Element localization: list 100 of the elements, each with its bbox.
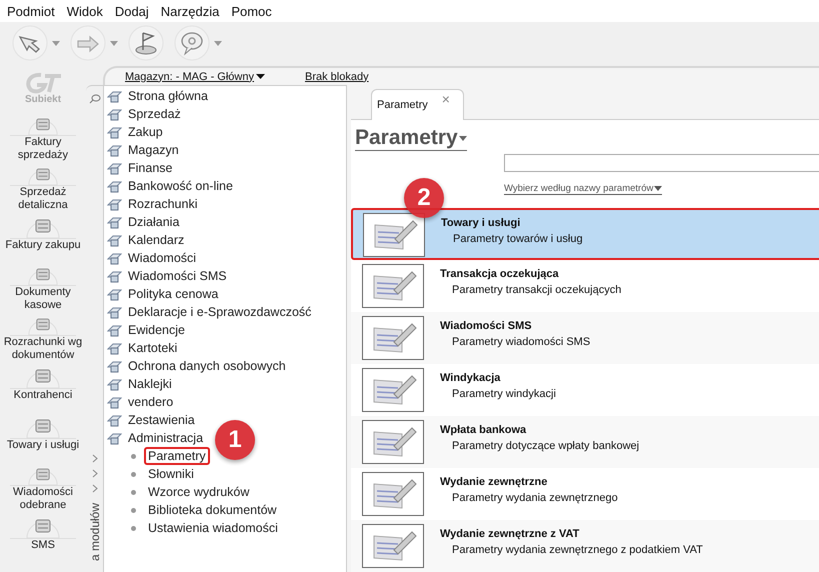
menu-item[interactable]: Dodaj: [114, 4, 149, 18]
tree-item[interactable]: Naklejki: [128, 377, 172, 391]
warehouse-link[interactable]: Magazyn: - MAG - Główny: [125, 70, 265, 82]
tree-item[interactable]: vendero: [128, 395, 174, 409]
tree-item[interactable]: Biblioteka dokumentów: [144, 501, 281, 519]
tree-item[interactable]: Deklaracje i e-Sprawozdawczość: [128, 305, 312, 319]
parameter-title: Windykacja: [440, 372, 502, 384]
document-pen-icon: [362, 316, 424, 360]
module-icon: [107, 269, 122, 283]
toolbar-icon[interactable]: [128, 25, 164, 61]
module-icon: [107, 89, 122, 103]
tree-item[interactable]: Administracja: [128, 431, 204, 445]
parameter-description: Parametry dotyczące wpłaty bankowej: [451, 440, 640, 452]
parameter-title: Wydanie zewnętrzne: [440, 476, 548, 488]
tree-item[interactable]: Wzorce wydruków: [144, 483, 254, 501]
parameter-row[interactable]: Windykacja Parametry windykacji: [351, 364, 819, 416]
menu-item[interactable]: Widok: [66, 4, 103, 18]
module-button[interactable]: Rozrachunki wg dokumentów: [0, 336, 86, 362]
logo-text: Subiekt: [24, 94, 62, 104]
tree-item[interactable]: Działania: [128, 215, 180, 229]
parameter-row[interactable]: Wpłata bankowa Parametry dotyczące wpłaty bankowej: [351, 416, 819, 468]
module-icon: [107, 143, 122, 157]
tree-item[interactable]: Ochrona danych osobowych: [128, 359, 286, 373]
parameter-row[interactable]: Wydanie zewnętrzne z VAT Parametry wydania zewnętrznego z podatkiem VAT: [351, 520, 819, 572]
bullet-icon: [131, 472, 136, 476]
module-icon: [107, 125, 122, 139]
module-icon: [107, 323, 122, 337]
lock-status-link[interactable]: Brak blokady: [304, 70, 369, 82]
filter-link[interactable]: Wybierz według nazwy parametrów: [504, 183, 662, 195]
document-pen-icon: [363, 213, 425, 257]
module-button[interactable]: Faktury zakupu: [0, 239, 86, 252]
module-button[interactable]: Sprzedaż detaliczna: [0, 186, 86, 212]
module-icon: [107, 377, 122, 391]
pin-icon[interactable]: [88, 94, 100, 104]
document-pen-icon: [362, 264, 424, 308]
tree-item[interactable]: Zestawienia: [128, 413, 195, 427]
bullet-icon: [131, 526, 136, 530]
tree-item[interactable]: Parametry: [144, 447, 210, 465]
module-icon: [107, 395, 122, 409]
menu-item[interactable]: Podmiot: [7, 4, 55, 18]
toolbar-icon[interactable]: [174, 25, 210, 61]
logo-icon: [23, 72, 63, 94]
tree-item[interactable]: Ustawienia wiadomości: [144, 519, 282, 537]
module-icon: [107, 305, 122, 319]
menu-item[interactable]: Narzędzia: [160, 4, 220, 18]
module-button[interactable]: Dokumenty kasowe: [0, 286, 86, 312]
module-button[interactable]: Kontrahenci: [0, 389, 86, 402]
parameter-row[interactable]: Transakcja oczekująca Parametry transakcji oczekujących: [351, 260, 819, 312]
search-field[interactable]: [504, 154, 819, 172]
module-button[interactable]: Faktury sprzedaży: [0, 136, 86, 162]
module-icon: [107, 413, 122, 427]
parameter-title: Transakcja oczekująca: [440, 268, 560, 280]
tree-item[interactable]: Słowniki: [144, 465, 198, 483]
parameter-row[interactable]: Wydanie zewnętrzne Parametry wydania zewnętrznego: [351, 468, 819, 520]
parameter-row[interactable]: Wiadomości SMS Parametry wiadomości SMS: [351, 312, 819, 364]
caret-icon[interactable]: [256, 74, 265, 79]
module-button[interactable]: SMS: [0, 539, 86, 552]
module-icon: [107, 287, 122, 301]
toolbar-icon[interactable]: [12, 25, 48, 61]
module-icon: [107, 215, 122, 229]
module-icon: [107, 107, 122, 121]
module-icon: [107, 161, 122, 175]
parameter-description: Parametry towarów i usług: [452, 233, 583, 245]
tree-item[interactable]: Kalendarz: [128, 233, 184, 247]
tree-item[interactable]: Wiadomości SMS: [128, 269, 227, 283]
parameter-description: Parametry wydania zewnętrznego z podatkiem VAT: [451, 544, 703, 556]
tree-item[interactable]: Kartoteki: [128, 341, 178, 355]
tree-item[interactable]: Magazyn: [128, 143, 179, 157]
tree-item[interactable]: Sprzedaż: [128, 107, 181, 121]
page-title[interactable]: Parametry: [355, 126, 467, 151]
panel-label: a modułów: [88, 503, 102, 562]
document-pen-icon: [362, 524, 424, 568]
bullet-icon: [131, 454, 136, 458]
menu-item[interactable]: Pomoc: [231, 4, 272, 18]
module-icon: [107, 233, 122, 247]
tree-item[interactable]: Strona główna: [128, 89, 208, 103]
parameter-title: Wpłata bankowa: [440, 424, 528, 436]
document-pen-icon: [362, 368, 424, 412]
tree-item[interactable]: Polityka cenowa: [128, 287, 218, 301]
caret-icon[interactable]: [654, 186, 662, 191]
bullet-icon: [131, 490, 136, 494]
module-icon: [107, 251, 122, 265]
parameter-description: Parametry wiadomości SMS: [451, 336, 590, 348]
tree-item[interactable]: Ewidencje: [128, 323, 185, 337]
parameter-description: Parametry windykacji: [451, 388, 556, 400]
module-button[interactable]: Wiadomości odebrane: [0, 486, 86, 512]
document-pen-icon: [362, 420, 424, 464]
module-icon: [107, 359, 122, 373]
module-button[interactable]: Towary i usługi: [0, 439, 86, 452]
close-button[interactable]: ×: [442, 91, 450, 107]
tree-item[interactable]: Wiadomości: [128, 251, 196, 265]
tree-item[interactable]: Zakup: [128, 125, 163, 139]
module-icon: [107, 179, 122, 193]
tree-item[interactable]: Finanse: [128, 161, 172, 175]
parameter-row[interactable]: Towary i usługi Parametry towarów i usług: [351, 208, 819, 260]
tab[interactable]: Parametry ×: [371, 89, 464, 120]
module-icon: [107, 341, 122, 355]
tree-item[interactable]: Rozrachunki: [128, 197, 198, 211]
parameter-title: Wydanie zewnętrzne z VAT: [440, 528, 580, 540]
tree-item[interactable]: Bankowość on-line: [128, 179, 233, 193]
